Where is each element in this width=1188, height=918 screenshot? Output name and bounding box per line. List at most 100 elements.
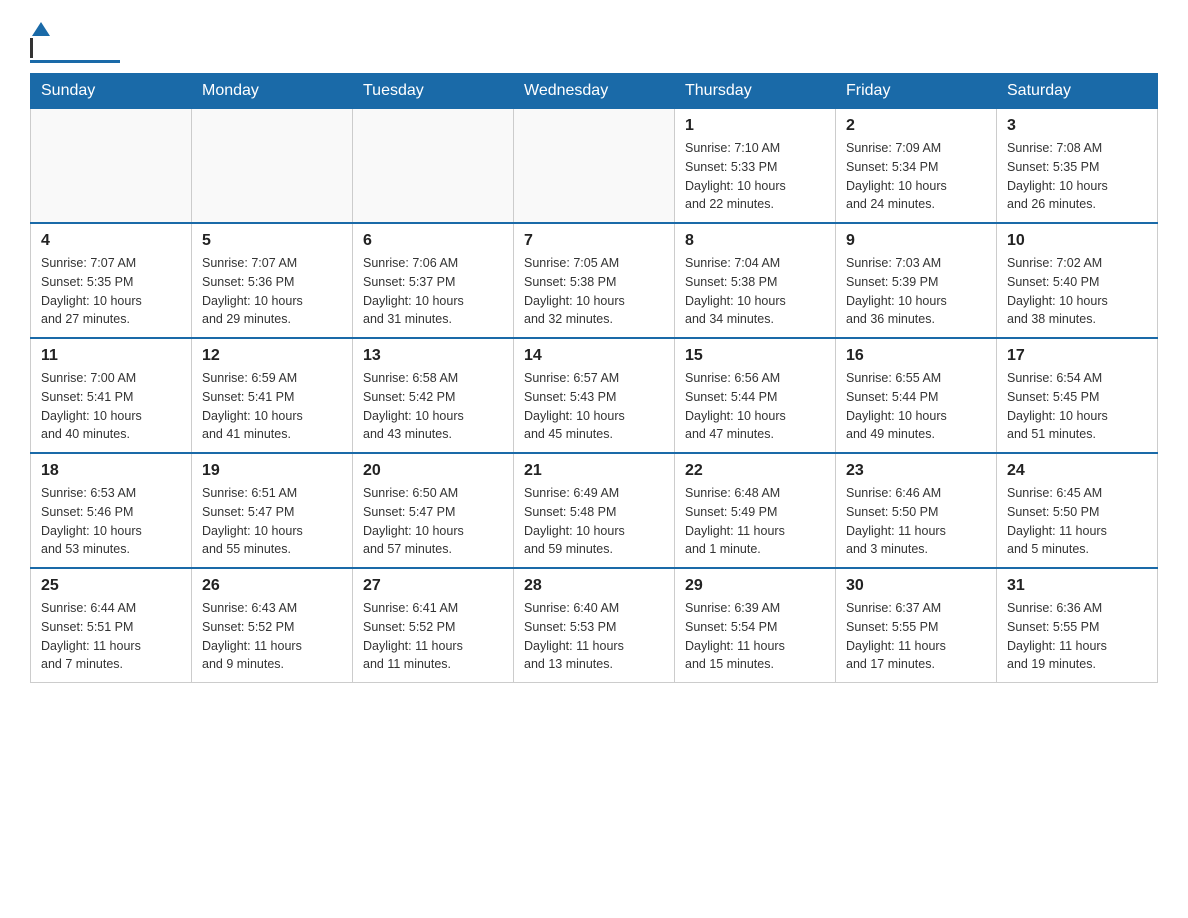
day-number: 1	[685, 117, 825, 135]
calendar-cell: 28 Sunrise: 6:40 AMSunset: 5:53 PMDayligh…	[514, 568, 675, 683]
day-number: 25	[41, 577, 181, 595]
day-info: Sunrise: 6:51 AMSunset: 5:47 PMDaylight:…	[202, 484, 342, 559]
calendar-cell: 27 Sunrise: 6:41 AMSunset: 5:52 PMDayligh…	[353, 568, 514, 683]
calendar-cell: 9 Sunrise: 7:03 AMSunset: 5:39 PMDaylight…	[836, 223, 997, 338]
day-number: 27	[363, 577, 503, 595]
calendar-cell: 30 Sunrise: 6:37 AMSunset: 5:55 PMDayligh…	[836, 568, 997, 683]
calendar-cell: 8Sunrise: 7:04 AMSunset: 5:38 PMDaylight…	[675, 223, 836, 338]
day-info: Sunrise: 6:59 AMSunset: 5:41 PMDaylight:…	[202, 369, 342, 444]
day-number: 3	[1007, 117, 1147, 135]
day-info: Sunrise: 6:48 AMSunset: 5:49 PMDaylight:…	[685, 484, 825, 559]
day-number: 12	[202, 347, 342, 365]
calendar-cell: 14 Sunrise: 6:57 AMSunset: 5:43 PMDayligh…	[514, 338, 675, 453]
day-number: 30	[846, 577, 986, 595]
calendar-cell: 3 Sunrise: 7:08 AMSunset: 5:35 PMDaylight…	[997, 109, 1158, 224]
logo-triangle-icon	[32, 20, 50, 38]
calendar-cell: 15 Sunrise: 6:56 AMSunset: 5:44 PMDayligh…	[675, 338, 836, 453]
day-info: Sunrise: 6:40 AMSunset: 5:53 PMDaylight:…	[524, 599, 664, 674]
calendar-cell: 4 Sunrise: 7:07 AMSunset: 5:35 PMDaylight…	[31, 223, 192, 338]
calendar-header-thursday: Thursday	[675, 74, 836, 109]
day-number: 18	[41, 462, 181, 480]
day-info: Sunrise: 7:03 AMSunset: 5:39 PMDaylight:…	[846, 254, 986, 329]
day-number: 10	[1007, 232, 1147, 250]
calendar-cell	[353, 109, 514, 224]
day-info: Sunrise: 7:02 AMSunset: 5:40 PMDaylight:…	[1007, 254, 1147, 329]
day-info: Sunrise: 6:58 AMSunset: 5:42 PMDaylight:…	[363, 369, 503, 444]
calendar-cell: 7 Sunrise: 7:05 AMSunset: 5:38 PMDaylight…	[514, 223, 675, 338]
calendar-table: SundayMondayTuesdayWednesdayThursdayFrid…	[30, 73, 1158, 683]
calendar-cell: 24 Sunrise: 6:45 AMSunset: 5:50 PMDayligh…	[997, 453, 1158, 568]
day-info: Sunrise: 6:41 AMSunset: 5:52 PMDaylight:…	[363, 599, 503, 674]
calendar-cell: 17Sunrise: 6:54 AMSunset: 5:45 PMDayligh…	[997, 338, 1158, 453]
day-number: 7	[524, 232, 664, 250]
calendar-cell: 29 Sunrise: 6:39 AMSunset: 5:54 PMDayligh…	[675, 568, 836, 683]
day-info: Sunrise: 6:44 AMSunset: 5:51 PMDaylight:…	[41, 599, 181, 674]
day-info: Sunrise: 6:56 AMSunset: 5:44 PMDaylight:…	[685, 369, 825, 444]
calendar-cell: 22 Sunrise: 6:48 AMSunset: 5:49 PMDayligh…	[675, 453, 836, 568]
calendar-cell	[514, 109, 675, 224]
logo	[30, 20, 120, 63]
calendar-header-row: SundayMondayTuesdayWednesdayThursdayFrid…	[31, 74, 1158, 109]
calendar-cell: 31Sunrise: 6:36 AMSunset: 5:55 PMDayligh…	[997, 568, 1158, 683]
calendar-cell: 10 Sunrise: 7:02 AMSunset: 5:40 PMDayligh…	[997, 223, 1158, 338]
calendar-cell: 5 Sunrise: 7:07 AMSunset: 5:36 PMDaylight…	[192, 223, 353, 338]
day-info: Sunrise: 7:05 AMSunset: 5:38 PMDaylight:…	[524, 254, 664, 329]
day-info: Sunrise: 7:06 AMSunset: 5:37 PMDaylight:…	[363, 254, 503, 329]
day-info: Sunrise: 6:43 AMSunset: 5:52 PMDaylight:…	[202, 599, 342, 674]
calendar-cell: 2Sunrise: 7:09 AMSunset: 5:34 PMDaylight…	[836, 109, 997, 224]
calendar-header-tuesday: Tuesday	[353, 74, 514, 109]
day-info: Sunrise: 6:53 AMSunset: 5:46 PMDaylight:…	[41, 484, 181, 559]
day-info: Sunrise: 6:55 AMSunset: 5:44 PMDaylight:…	[846, 369, 986, 444]
calendar-header-sunday: Sunday	[31, 74, 192, 109]
day-number: 15	[685, 347, 825, 365]
day-number: 31	[1007, 577, 1147, 595]
day-number: 9	[846, 232, 986, 250]
day-info: Sunrise: 6:57 AMSunset: 5:43 PMDaylight:…	[524, 369, 664, 444]
day-info: Sunrise: 6:46 AMSunset: 5:50 PMDaylight:…	[846, 484, 986, 559]
day-number: 24	[1007, 462, 1147, 480]
calendar-cell: 16 Sunrise: 6:55 AMSunset: 5:44 PMDayligh…	[836, 338, 997, 453]
calendar-cell: 25 Sunrise: 6:44 AMSunset: 5:51 PMDayligh…	[31, 568, 192, 683]
calendar-header-saturday: Saturday	[997, 74, 1158, 109]
day-number: 22	[685, 462, 825, 480]
day-number: 14	[524, 347, 664, 365]
calendar-header-wednesday: Wednesday	[514, 74, 675, 109]
day-number: 20	[363, 462, 503, 480]
day-info: Sunrise: 7:10 AMSunset: 5:33 PMDaylight:…	[685, 139, 825, 214]
day-info: Sunrise: 7:09 AMSunset: 5:34 PMDaylight:…	[846, 139, 986, 214]
day-number: 28	[524, 577, 664, 595]
day-info: Sunrise: 7:00 AMSunset: 5:41 PMDaylight:…	[41, 369, 181, 444]
day-info: Sunrise: 6:49 AMSunset: 5:48 PMDaylight:…	[524, 484, 664, 559]
calendar-cell: 18 Sunrise: 6:53 AMSunset: 5:46 PMDayligh…	[31, 453, 192, 568]
calendar-cell: 26Sunrise: 6:43 AMSunset: 5:52 PMDayligh…	[192, 568, 353, 683]
calendar-cell: 21 Sunrise: 6:49 AMSunset: 5:48 PMDayligh…	[514, 453, 675, 568]
day-info: Sunrise: 7:07 AMSunset: 5:35 PMDaylight:…	[41, 254, 181, 329]
calendar-week-4: 18 Sunrise: 6:53 AMSunset: 5:46 PMDayligh…	[31, 453, 1158, 568]
day-info: Sunrise: 6:39 AMSunset: 5:54 PMDaylight:…	[685, 599, 825, 674]
day-info: Sunrise: 6:37 AMSunset: 5:55 PMDaylight:…	[846, 599, 986, 674]
day-number: 5	[202, 232, 342, 250]
logo-underline	[30, 60, 120, 63]
calendar-cell	[31, 109, 192, 224]
calendar-header-monday: Monday	[192, 74, 353, 109]
calendar-cell: 13 Sunrise: 6:58 AMSunset: 5:42 PMDayligh…	[353, 338, 514, 453]
calendar-cell: 1 Sunrise: 7:10 AMSunset: 5:33 PMDaylight…	[675, 109, 836, 224]
day-number: 4	[41, 232, 181, 250]
day-info: Sunrise: 6:54 AMSunset: 5:45 PMDaylight:…	[1007, 369, 1147, 444]
day-number: 23	[846, 462, 986, 480]
day-number: 13	[363, 347, 503, 365]
day-info: Sunrise: 7:04 AMSunset: 5:38 PMDaylight:…	[685, 254, 825, 329]
calendar-cell: 12 Sunrise: 6:59 AMSunset: 5:41 PMDayligh…	[192, 338, 353, 453]
calendar-cell: 19Sunrise: 6:51 AMSunset: 5:47 PMDayligh…	[192, 453, 353, 568]
day-number: 29	[685, 577, 825, 595]
day-number: 16	[846, 347, 986, 365]
day-number: 21	[524, 462, 664, 480]
calendar-cell: 11Sunrise: 7:00 AMSunset: 5:41 PMDayligh…	[31, 338, 192, 453]
calendar-header-friday: Friday	[836, 74, 997, 109]
day-info: Sunrise: 7:07 AMSunset: 5:36 PMDaylight:…	[202, 254, 342, 329]
day-info: Sunrise: 6:45 AMSunset: 5:50 PMDaylight:…	[1007, 484, 1147, 559]
page-header	[30, 20, 1158, 63]
calendar-cell	[192, 109, 353, 224]
day-info: Sunrise: 7:08 AMSunset: 5:35 PMDaylight:…	[1007, 139, 1147, 214]
calendar-week-5: 25 Sunrise: 6:44 AMSunset: 5:51 PMDayligh…	[31, 568, 1158, 683]
